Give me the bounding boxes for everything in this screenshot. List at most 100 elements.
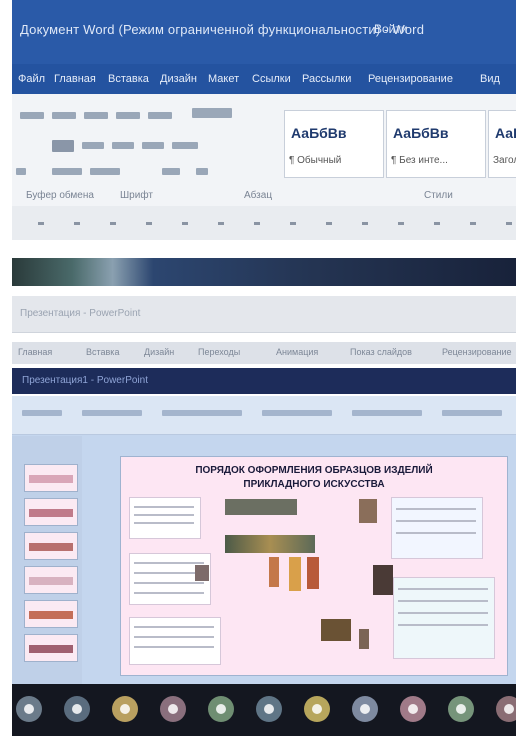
product-photo[interactable] [225,535,315,553]
slide-thumbnail[interactable] [24,498,78,526]
align-center-icon[interactable] [82,142,104,149]
participant-icon-7[interactable] [304,696,330,722]
shading-icon[interactable] [52,168,82,175]
participant-icon-11[interactable] [496,696,516,722]
tab-mailings[interactable]: Рассылки [302,73,351,85]
sign-in-link[interactable]: Войти [374,22,408,36]
product-photo[interactable] [307,557,319,589]
product-photo[interactable] [359,499,377,523]
tab-insert[interactable]: Вставка [108,73,149,85]
participant-icon-6[interactable] [256,696,282,722]
participant-icon-3[interactable] [112,696,138,722]
second-window-toolbar: Презентация - PowerPoint [12,296,516,333]
participant-icon-2[interactable] [64,696,90,722]
style-no-spacing[interactable]: АаБбВв ¶ Без инте... [386,110,486,178]
tab-file[interactable]: Файл [18,73,45,85]
text-line [134,562,204,564]
tab-design[interactable]: Дизайн [160,73,197,85]
style-normal[interactable]: АаБбВв ¶ Обычный [284,110,384,178]
slide-thumbnail[interactable] [24,532,78,560]
slide-title-line-2: ПРИКЛАДНОГО ИСКУССТВА [243,479,385,490]
pp-tab-review[interactable]: Рецензирование [442,347,512,357]
align-left-icon[interactable] [52,140,74,152]
borders-icon[interactable] [90,168,120,175]
text-line [396,508,476,510]
slide-thumbnail[interactable] [24,634,78,662]
product-photo[interactable] [225,499,297,515]
pp-tab-design[interactable]: Дизайн [144,347,174,357]
powerpoint-window-title: Презентация1 - PowerPoint [22,375,148,386]
ruler-tick [326,222,332,225]
slide-thumbnail[interactable] [24,600,78,628]
tab-review[interactable]: Рецензирование [368,73,453,85]
tab-references[interactable]: Ссылки [252,73,291,85]
bullets-icon[interactable] [20,112,44,119]
participant-icon-4[interactable] [160,696,186,722]
slide-text-box[interactable] [391,497,483,559]
style-caption: ¶ Обычный [289,155,342,166]
increase-indent-icon[interactable] [148,112,172,119]
word-ribbon-tabs: Файл Главная Вставка Дизайн Макет Ссылки… [12,64,516,94]
product-photo[interactable] [373,565,393,595]
pp-tab-transitions[interactable]: Переходы [198,347,240,357]
sort-icon[interactable] [192,108,232,118]
word-ruler[interactable] [12,206,516,240]
ruler-tick [362,222,368,225]
slide-thumbnail[interactable] [24,464,78,492]
font-color-icon[interactable] [16,168,26,175]
ruler-tick [182,222,188,225]
product-photo[interactable] [359,629,369,649]
editing-group-icon[interactable] [442,410,502,416]
slide-title-line-1: ПОРЯДОК ОФОРМЛЕНИЯ ОБРАЗЦОВ ИЗДЕЛИЙ [195,465,433,476]
product-photo[interactable] [195,565,209,581]
pp-tab-slideshow[interactable]: Показ слайдов [350,347,412,357]
participant-icon-9[interactable] [400,696,426,722]
font-group-icon[interactable] [162,410,242,416]
decrease-indent-icon[interactable] [116,112,140,119]
tab-view[interactable]: Вид [480,73,500,85]
line-spacing-icon[interactable] [172,142,198,149]
paste-icon[interactable] [22,410,62,416]
slide-text-box[interactable] [129,497,201,539]
numbering-icon[interactable] [52,112,76,119]
slide-thumbnail[interactable] [24,566,78,594]
slide-text-box[interactable] [393,577,495,659]
pilcrow-icon[interactable] [196,168,208,175]
group-label-font: Шрифт [120,190,153,201]
paragraph-group-icon[interactable] [262,410,332,416]
powerpoint-ribbon [12,396,516,435]
product-photo[interactable] [269,557,279,587]
tab-layout[interactable]: Макет [208,73,239,85]
taskbar [12,684,516,736]
participant-icon-8[interactable] [352,696,378,722]
pp-tab-animations[interactable]: Анимация [276,347,318,357]
style-sample: АаБбВв [291,125,347,141]
second-window-tabs: Главная Вставка Дизайн Переходы Анимация… [12,342,516,364]
product-photo[interactable] [321,619,351,641]
current-slide[interactable]: ПОРЯДОК ОФОРМЛЕНИЯ ОБРАЗЦОВ ИЗДЕЛИЙ ПРИК… [120,456,508,676]
text-line [134,592,204,594]
pp-tab-home[interactable]: Главная [18,347,52,357]
group-label-styles: Стили [424,190,453,201]
align-right-icon[interactable] [112,142,134,149]
text-line [398,600,488,602]
word-ribbon: АаБбВв ¶ Обычный АаБбВв ¶ Без инте... Аа… [12,94,516,207]
new-slide-icon[interactable] [82,410,142,416]
drawing-group-icon[interactable] [352,410,422,416]
style-heading[interactable]: АаБ Заголо... [488,110,516,178]
ruler-tick [254,222,260,225]
ruler-tick [38,222,44,225]
justify-icon[interactable] [142,142,164,149]
participant-icon-10[interactable] [448,696,474,722]
pp-tab-insert[interactable]: Вставка [86,347,119,357]
style-sample: АаБ [495,125,516,141]
participant-icon-5[interactable] [208,696,234,722]
word-titlebar: Документ Word (Режим ограниченной функци… [12,0,516,64]
product-photo[interactable] [289,557,301,591]
slide-text-box[interactable] [129,617,221,665]
text-line [134,626,214,628]
participant-icon-1[interactable] [16,696,42,722]
multilevel-list-icon[interactable] [84,112,108,119]
tab-home[interactable]: Главная [54,73,96,85]
sort-az-icon[interactable] [162,168,180,175]
